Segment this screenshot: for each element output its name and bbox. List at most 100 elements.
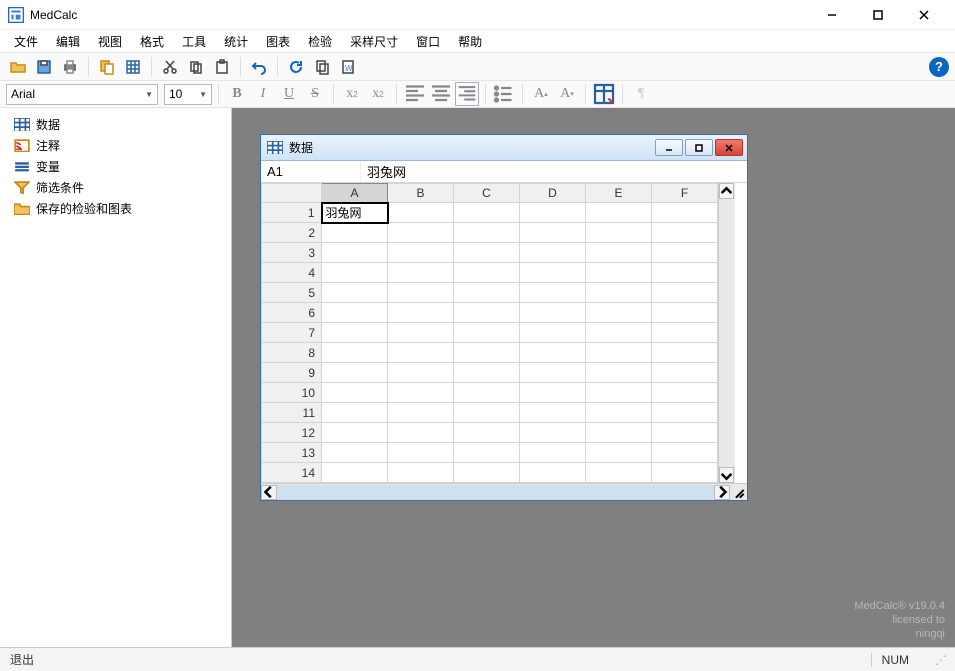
cell[interactable]: [520, 303, 586, 323]
horizontal-scrollbar[interactable]: [261, 483, 747, 500]
row-header[interactable]: 14: [262, 463, 322, 483]
subscript-button[interactable]: x2: [340, 82, 364, 106]
menu-sample[interactable]: 采样尺寸: [342, 31, 406, 52]
cell[interactable]: [520, 243, 586, 263]
child-close-button[interactable]: [715, 139, 743, 156]
cell[interactable]: [586, 263, 652, 283]
cell-ref[interactable]: A1: [261, 161, 361, 182]
cell[interactable]: [322, 283, 388, 303]
help-icon[interactable]: ?: [929, 57, 949, 77]
row-header[interactable]: 4: [262, 263, 322, 283]
cell[interactable]: [652, 383, 718, 403]
row-header[interactable]: 2: [262, 223, 322, 243]
cell[interactable]: [454, 203, 520, 223]
table-format-button[interactable]: [592, 82, 616, 106]
tree-item-notes[interactable]: 注释: [4, 135, 227, 156]
cell[interactable]: 羽兔网: [322, 203, 388, 223]
size-select[interactable]: 10▼: [164, 84, 212, 105]
cell[interactable]: [388, 263, 454, 283]
scroll-down-icon[interactable]: [719, 467, 734, 483]
cell[interactable]: [520, 283, 586, 303]
copy-icon[interactable]: [95, 55, 119, 79]
cell[interactable]: [520, 203, 586, 223]
cell[interactable]: [322, 363, 388, 383]
col-header[interactable]: F: [652, 184, 718, 203]
cell[interactable]: [520, 423, 586, 443]
cell[interactable]: [322, 463, 388, 483]
cell[interactable]: [520, 363, 586, 383]
cell[interactable]: [454, 443, 520, 463]
cell[interactable]: [652, 363, 718, 383]
save-icon[interactable]: [32, 55, 56, 79]
row-header[interactable]: 8: [262, 343, 322, 363]
undo-icon[interactable]: [247, 55, 271, 79]
menu-file[interactable]: 文件: [6, 31, 46, 52]
cell[interactable]: [454, 463, 520, 483]
underline-button[interactable]: U: [277, 82, 301, 106]
cell[interactable]: [652, 203, 718, 223]
refresh-icon[interactable]: [284, 55, 308, 79]
tree-item-vars[interactable]: 变量: [4, 156, 227, 177]
paragraph-button[interactable]: ¶: [629, 82, 653, 106]
font-select[interactable]: Arial▼: [6, 84, 158, 105]
cell[interactable]: [652, 463, 718, 483]
list-button[interactable]: [492, 82, 516, 106]
cut-icon[interactable]: [158, 55, 182, 79]
row-header[interactable]: 11: [262, 403, 322, 423]
row-header[interactable]: 5: [262, 283, 322, 303]
cell[interactable]: [454, 303, 520, 323]
row-header[interactable]: 7: [262, 323, 322, 343]
cell[interactable]: [652, 283, 718, 303]
tree-item-saved[interactable]: 保存的检验和图表: [4, 198, 227, 219]
col-header[interactable]: A: [322, 184, 388, 203]
col-header[interactable]: C: [454, 184, 520, 203]
cell[interactable]: [586, 223, 652, 243]
scroll-left-icon[interactable]: [261, 485, 277, 500]
cell[interactable]: [586, 403, 652, 423]
row-header[interactable]: 10: [262, 383, 322, 403]
cell[interactable]: [388, 283, 454, 303]
cell[interactable]: [322, 383, 388, 403]
scroll-right-icon[interactable]: [714, 485, 730, 500]
cell[interactable]: [322, 323, 388, 343]
cell[interactable]: [388, 223, 454, 243]
cell[interactable]: [388, 363, 454, 383]
scroll-up-icon[interactable]: [719, 183, 734, 199]
menu-charts[interactable]: 图表: [258, 31, 298, 52]
menu-edit[interactable]: 编辑: [48, 31, 88, 52]
scroll-track[interactable]: [277, 485, 714, 500]
cell[interactable]: [388, 243, 454, 263]
menu-tools[interactable]: 工具: [174, 31, 214, 52]
cell[interactable]: [586, 303, 652, 323]
cell[interactable]: [322, 223, 388, 243]
cell[interactable]: [454, 243, 520, 263]
maximize-button[interactable]: [855, 1, 901, 29]
cell[interactable]: [388, 443, 454, 463]
copy2-icon[interactable]: [184, 55, 208, 79]
cell[interactable]: [652, 343, 718, 363]
cell[interactable]: [322, 443, 388, 463]
child-titlebar[interactable]: 数据: [261, 135, 747, 161]
cell[interactable]: [586, 283, 652, 303]
cell[interactable]: [652, 443, 718, 463]
cell[interactable]: [520, 223, 586, 243]
cell[interactable]: [388, 343, 454, 363]
cell[interactable]: [454, 383, 520, 403]
cell[interactable]: [652, 423, 718, 443]
font-decrease-button[interactable]: A▾: [555, 82, 579, 106]
row-header[interactable]: 3: [262, 243, 322, 263]
paste-icon[interactable]: [210, 55, 234, 79]
cell[interactable]: [520, 463, 586, 483]
cell[interactable]: [388, 323, 454, 343]
cell[interactable]: [454, 283, 520, 303]
menu-test[interactable]: 检验: [300, 31, 340, 52]
col-header[interactable]: D: [520, 184, 586, 203]
cell[interactable]: [388, 403, 454, 423]
cell[interactable]: [586, 383, 652, 403]
doc-copy-icon[interactable]: [310, 55, 334, 79]
cell[interactable]: [652, 323, 718, 343]
spreadsheet-grid[interactable]: A B C D E F 1羽兔网234567891011121314: [261, 183, 718, 483]
open-icon[interactable]: [6, 55, 30, 79]
resize-grip-icon[interactable]: ⋰: [929, 653, 945, 667]
tree-item-filter[interactable]: 筛选条件: [4, 177, 227, 198]
